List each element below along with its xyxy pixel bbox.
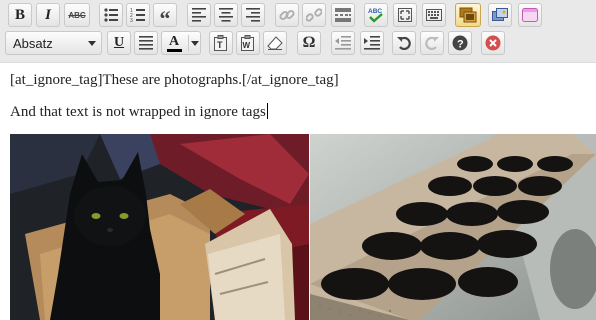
insert-more-button[interactable] <box>331 3 355 27</box>
align-center-icon <box>219 8 233 22</box>
ignore-tags-button[interactable] <box>455 3 481 27</box>
bullet-list-button[interactable] <box>99 3 123 27</box>
help-icon: ? <box>452 35 468 51</box>
media-icon <box>492 8 508 21</box>
svg-text:T: T <box>217 40 223 50</box>
ignore-tags-icon <box>459 7 477 23</box>
unlink-icon <box>306 8 322 22</box>
format-select[interactable]: Absatz <box>5 31 102 55</box>
align-right-button[interactable] <box>241 3 265 27</box>
bullet-list-icon <box>104 8 118 22</box>
spellcheck-icon: ABC <box>368 8 383 23</box>
format-select-value: Absatz <box>13 36 53 51</box>
chevron-down-icon[interactable] <box>191 41 199 46</box>
bold-button[interactable]: B <box>8 3 32 27</box>
outdent-icon <box>335 36 351 50</box>
strikethrough-icon: ABC <box>68 10 86 20</box>
align-justify-icon <box>139 36 153 50</box>
plugin-button[interactable] <box>518 3 542 27</box>
text-color-swatch <box>167 49 182 52</box>
special-chars-button[interactable]: Ω <box>297 31 321 55</box>
indent-button[interactable] <box>360 31 384 55</box>
text-color-button[interactable]: A <box>161 31 201 55</box>
remove-button[interactable] <box>481 31 505 55</box>
window-icon <box>522 8 538 22</box>
fullscreen-button[interactable] <box>393 3 417 27</box>
align-left-icon <box>192 8 206 22</box>
align-center-button[interactable] <box>214 3 238 27</box>
italic-button[interactable]: I <box>36 3 60 27</box>
bold-icon: B <box>14 6 25 23</box>
text-caret <box>266 103 268 119</box>
paragraph-ignored: [at_ignore_tag]These are photographs.[/a… <box>10 72 339 88</box>
redo-button[interactable] <box>420 31 444 55</box>
blockquote-button[interactable]: “ <box>153 3 177 31</box>
text-color-icon: A <box>169 34 180 49</box>
omega-icon: Ω <box>302 34 316 51</box>
help-button[interactable]: ? <box>448 31 472 55</box>
chevron-down-icon <box>88 41 96 46</box>
paste-word-icon: W <box>241 35 254 51</box>
spellcheck-button[interactable]: ABC <box>364 3 388 27</box>
italic-icon: I <box>45 6 51 23</box>
underline-button[interactable]: U <box>107 31 131 55</box>
svg-text:3: 3 <box>130 18 133 23</box>
add-media-button[interactable] <box>488 3 512 27</box>
numbered-list-icon: 123 <box>130 8 145 23</box>
split-separator <box>188 35 189 51</box>
more-tag-icon <box>335 8 351 22</box>
indent-icon <box>364 36 380 50</box>
svg-text:ABC: ABC <box>368 8 382 15</box>
toolbar-row-2: Absatz U A T W Ω ? <box>0 31 596 57</box>
justify-button[interactable] <box>134 31 158 55</box>
fullscreen-icon <box>398 8 412 22</box>
underline-icon: U <box>113 35 125 50</box>
muffin-tray-photo[interactable] <box>310 134 596 320</box>
keyboard-icon <box>426 9 442 21</box>
strikethrough-button[interactable]: ABC <box>64 3 90 27</box>
link-icon <box>279 9 295 21</box>
numbered-list-button[interactable]: 123 <box>126 3 150 27</box>
black-cat-in-box-photo[interactable] <box>10 134 309 320</box>
svg-text:W: W <box>243 41 251 50</box>
blockquote-icon: “ <box>159 6 171 31</box>
undo-icon <box>397 36 411 50</box>
paragraph-text: And that text is not wrapped in ignore t… <box>10 103 268 121</box>
remove-link-button[interactable] <box>302 3 326 27</box>
editor-toolbar: B I ABC 123 “ ABC Absatz U A T W Ω ? <box>0 0 596 63</box>
clear-formatting-button[interactable] <box>263 31 287 55</box>
cat-photo-graphic <box>10 134 309 320</box>
eraser-icon <box>267 36 283 50</box>
toolbar-row-1: B I ABC 123 “ ABC <box>0 3 596 31</box>
redo-icon <box>425 36 439 50</box>
align-right-icon <box>246 8 260 22</box>
svg-text:?: ? <box>457 39 464 51</box>
close-circle-icon <box>485 35 501 51</box>
undo-button[interactable] <box>392 31 416 55</box>
insert-link-button[interactable] <box>275 3 299 27</box>
paste-text-button[interactable]: T <box>209 31 233 55</box>
paste-word-button[interactable]: W <box>236 31 260 55</box>
muffin-tray-graphic <box>310 134 596 320</box>
outdent-button[interactable] <box>331 31 355 55</box>
kitchen-sink-button[interactable] <box>422 3 446 27</box>
align-left-button[interactable] <box>187 3 211 27</box>
paragraph-text-content: And that text is not wrapped in ignore t… <box>10 104 266 120</box>
paste-text-icon: T <box>214 35 227 51</box>
